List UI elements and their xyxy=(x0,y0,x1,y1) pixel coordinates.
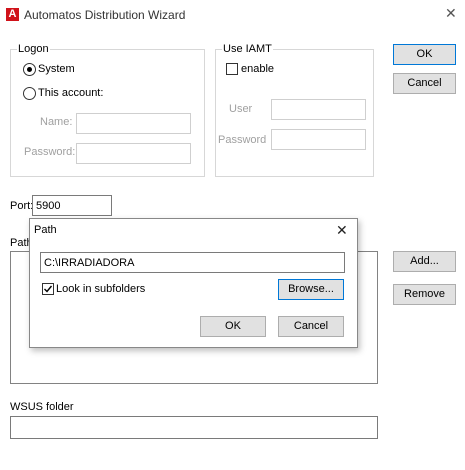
iamt-user-field[interactable] xyxy=(271,99,366,120)
close-icon[interactable]: ✕ xyxy=(336,222,348,239)
path-cancel-button[interactable]: Cancel xyxy=(278,316,344,337)
checkmark-icon xyxy=(44,285,53,293)
window-title: Automatos Distribution Wizard xyxy=(24,8,186,22)
path-field[interactable] xyxy=(40,252,345,273)
wsus-folder-label: WSUS folder xyxy=(10,401,74,413)
iamt-password-label: Password xyxy=(218,134,267,146)
enable-iamt-label[interactable]: enable xyxy=(241,63,274,75)
iamt-password-field[interactable] xyxy=(271,129,366,150)
this-account-radio[interactable] xyxy=(23,87,36,100)
system-radio-label[interactable]: System xyxy=(38,63,75,75)
enable-iamt-checkbox[interactable] xyxy=(226,63,238,75)
name-label: Name: xyxy=(40,116,73,128)
cancel-button[interactable]: Cancel xyxy=(393,73,456,94)
path-dialog: Path ✕ Look in subfolders Browse... OK C… xyxy=(29,218,358,348)
add-path-button[interactable]: Add... xyxy=(393,251,456,272)
this-account-radio-label[interactable]: This account: xyxy=(38,87,103,99)
path-ok-button[interactable]: OK xyxy=(200,316,266,337)
iamt-user-label: User xyxy=(229,103,253,115)
title-bar: A Automatos Distribution Wizard ✕ xyxy=(0,0,465,30)
automatos-logo-icon: A xyxy=(6,8,19,21)
look-in-subfolders-checkbox[interactable] xyxy=(42,283,54,295)
logon-legend: Logon xyxy=(17,43,50,55)
browse-button[interactable]: Browse... xyxy=(278,279,344,300)
name-field[interactable] xyxy=(76,113,191,134)
system-radio[interactable] xyxy=(23,63,36,76)
remove-path-button[interactable]: Remove xyxy=(393,284,456,305)
wsus-folder-field[interactable] xyxy=(10,416,378,439)
port-label: Port: xyxy=(10,200,34,212)
iamt-legend: Use IAMT xyxy=(222,43,273,55)
close-window-icon[interactable]: ✕ xyxy=(445,5,457,22)
logon-password-field[interactable] xyxy=(76,143,191,164)
port-field[interactable] xyxy=(32,195,112,216)
path-dialog-title: Path xyxy=(34,224,57,236)
ok-button[interactable]: OK xyxy=(393,44,456,65)
look-in-subfolders-label[interactable]: Look in subfolders xyxy=(56,283,145,295)
logon-password-label: Password: xyxy=(24,146,76,158)
